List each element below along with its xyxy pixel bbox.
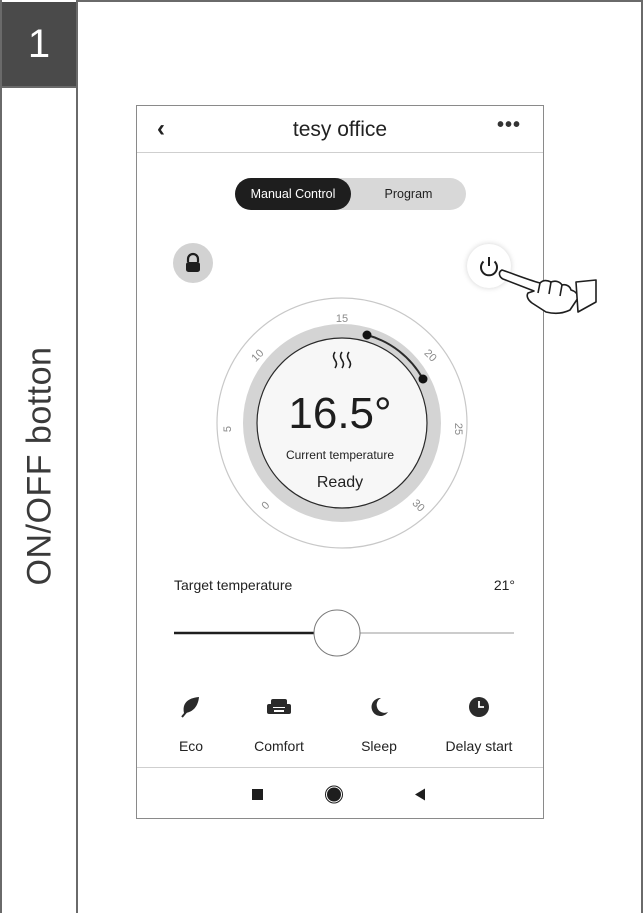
dial-marker-target [418, 374, 428, 384]
more-dots-icon[interactable]: ••• [497, 114, 521, 137]
mode-label-eco: Eco [178, 738, 204, 754]
device-status: Ready [316, 474, 364, 491]
app-header: ‹ tesy office ••• [137, 106, 543, 153]
sofa-icon [267, 699, 291, 714]
back-triangle-icon[interactable] [415, 788, 425, 801]
phone-screen: ‹ tesy office ••• Manual Control Program… [136, 105, 544, 819]
mode-label-delay-start: Delay start [445, 738, 513, 754]
mode-sleep[interactable]: Sleep [329, 696, 429, 754]
frame-top-line [76, 0, 643, 3]
control-mode-toggle: Manual Control Program [235, 178, 466, 210]
target-temperature-slider[interactable] [174, 608, 514, 658]
mode-eco[interactable]: Eco [141, 696, 241, 754]
current-temperature-value: 16.5° [288, 389, 392, 438]
mode-delay-start[interactable]: Delay start [429, 696, 529, 754]
slider-thumb[interactable] [313, 609, 361, 657]
leaf-icon [181, 697, 199, 718]
step-number: 1 [2, 2, 76, 86]
mode-label-sleep: Sleep [361, 738, 397, 754]
clock-icon [469, 697, 489, 717]
moon-icon [371, 697, 388, 716]
step-title: ON/OFF botton [20, 346, 59, 586]
app-title: tesy office [292, 118, 388, 141]
lock-icon [186, 252, 200, 272]
pointing-hand-icon [498, 269, 597, 315]
mode-bar: Eco Comfort Sleep Delay start [137, 696, 543, 756]
dial-label-15: 15 [336, 313, 348, 325]
dial-marker-current [362, 330, 372, 340]
step-divider [2, 86, 76, 88]
current-temperature-caption: Current temperature [285, 448, 395, 462]
tab-program[interactable]: Program [351, 178, 466, 210]
lock-button[interactable] [173, 243, 213, 283]
target-temperature-label: Target temperature [174, 577, 293, 593]
system-nav-bar [137, 767, 543, 804]
mode-comfort[interactable]: Comfort [229, 696, 329, 754]
home-circle-icon[interactable] [327, 787, 341, 802]
recents-square-icon[interactable] [252, 789, 263, 800]
target-temperature-value: 21° [493, 577, 515, 593]
mode-label-comfort: Comfort [254, 738, 304, 754]
tab-manual-control[interactable]: Manual Control [235, 178, 351, 210]
